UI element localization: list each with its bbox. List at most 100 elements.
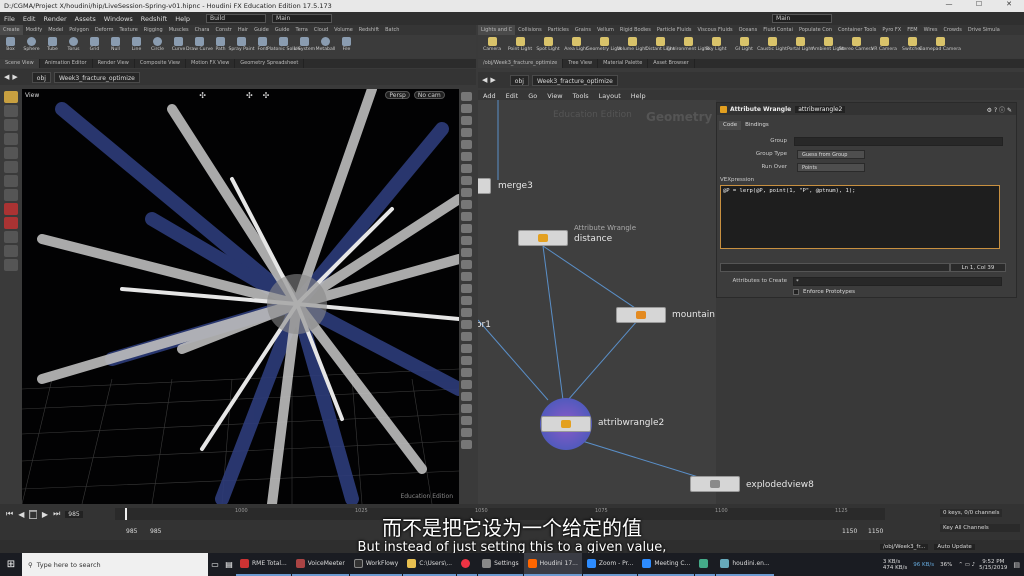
shelf-tab[interactable]: Oceans	[736, 25, 761, 35]
shelf-tab[interactable]: Model	[45, 25, 66, 35]
display-option-icon[interactable]	[461, 428, 472, 437]
tab-code[interactable]: Code	[719, 121, 742, 130]
rotate-tool-icon[interactable]	[4, 147, 18, 159]
display-option-icon[interactable]	[461, 164, 472, 173]
shelf-tab[interactable]: Crowds	[940, 25, 964, 35]
menu-assets[interactable]: Assets	[71, 15, 100, 23]
display-option-icon[interactable]	[461, 344, 472, 353]
forward-arrow-icon[interactable]: ▶	[490, 76, 495, 84]
tab-animation-editor[interactable]: Animation Editor	[40, 59, 93, 68]
shelf-tab[interactable]: Deform	[92, 25, 117, 35]
shelf-tab[interactable]: Collisions	[515, 25, 545, 35]
run-over-select[interactable]: Points	[797, 163, 865, 172]
shelf-tab[interactable]: Lights and C	[478, 25, 516, 35]
shelf-tool-geometry-light[interactable]: Geometry Light	[586, 35, 622, 52]
shelf-tab[interactable]: Rigid Bodies	[617, 25, 654, 35]
display-option-icon[interactable]	[461, 380, 472, 389]
shelf-tool-sphere[interactable]: Sphere	[21, 35, 42, 52]
enforce-prototypes-checkbox[interactable]	[793, 289, 799, 295]
shelf-tab[interactable]: FEM	[904, 25, 920, 35]
node-attribwrangle2[interactable]	[541, 416, 591, 432]
shelf-tab[interactable]: Container Tools	[835, 25, 879, 35]
display-option-icon[interactable]	[461, 176, 472, 185]
windows-start-icon[interactable]: ⊞	[0, 559, 22, 570]
group-input[interactable]	[794, 137, 1003, 146]
taskbar-app-workflowy[interactable]: WorkFlowy	[349, 553, 403, 576]
display-option-icon[interactable]	[461, 92, 472, 101]
display-option-icon[interactable]	[461, 308, 472, 317]
menu-render[interactable]: Render	[39, 15, 70, 23]
move-tool-icon[interactable]	[4, 133, 18, 145]
shelf-tab[interactable]: Wires	[921, 25, 941, 35]
taskbar-search[interactable]: ⚲ Type here to search	[22, 553, 208, 576]
shelf-tab[interactable]: Guide	[251, 25, 272, 35]
path-node[interactable]: Week3_fracture_optimize	[53, 71, 140, 83]
param-node-name[interactable]: attribwrangle2	[795, 105, 846, 113]
menu-help[interactable]: Help	[171, 15, 194, 23]
shelf-tool-tube[interactable]: Tube	[42, 35, 63, 52]
scene-viewport[interactable]: Education Edition	[22, 89, 459, 504]
shelf-tool-volume-light[interactable]: Volume Light	[617, 35, 647, 52]
shelf-tab[interactable]: Cloud	[311, 25, 331, 35]
shelf-tab[interactable]: Muscles	[166, 25, 192, 35]
net-menu-add[interactable]: Add	[478, 92, 501, 100]
task-view-icon[interactable]: ▭	[208, 560, 222, 569]
shelf-tool-portal-light[interactable]: Portal Light	[786, 35, 814, 52]
tab-motion-fx-view[interactable]: Motion FX View	[186, 59, 236, 68]
shelf-tool-file[interactable]: File	[336, 35, 357, 52]
view-toggle-icon[interactable]: ✣	[199, 91, 206, 100]
net-menu-help[interactable]: Help	[626, 92, 651, 100]
display-option-icon[interactable]	[461, 200, 472, 209]
forward-arrow-icon[interactable]: ▶	[12, 73, 17, 81]
network-editor[interactable]: Education Edition Geometry merge3 Attrib…	[478, 100, 716, 504]
taskbar-app-houdini[interactable]: Houdini 17...	[523, 553, 582, 576]
path-obj[interactable]: obj	[509, 74, 529, 86]
taskbar-app-chrome[interactable]	[457, 553, 478, 576]
tab-geometry-spreadsheet[interactable]: Geometry Spreadsheet	[235, 59, 305, 68]
shelf-tool-torus[interactable]: Torus	[63, 35, 84, 52]
shelf-tab[interactable]: Create	[0, 25, 23, 35]
net-menu-edit[interactable]: Edit	[501, 92, 524, 100]
shelf-tool-metaball[interactable]: Metaball	[315, 35, 336, 52]
shelf-tab[interactable]: Viscous Fluids	[695, 25, 736, 35]
handle-tool-icon[interactable]	[4, 175, 18, 187]
display-option-icon[interactable]	[461, 248, 472, 257]
tab-network-path[interactable]: /obj/Week3_fracture_optimize	[478, 59, 564, 68]
shelf-tool-sky-light[interactable]: Sky Light	[702, 35, 730, 52]
shelf-tab[interactable]: Batch	[382, 25, 402, 35]
shelf-tab[interactable]: Pyro FX	[879, 25, 904, 35]
tray-icons[interactable]: ⌃ ▭ ♪	[958, 562, 975, 568]
path-node[interactable]: Week3_fracture_optimize	[531, 74, 618, 86]
taskbar-app-settings[interactable]: Settings	[478, 553, 523, 576]
view-tool-icon[interactable]	[4, 105, 18, 117]
display-option-icon[interactable]	[461, 116, 472, 125]
shelf-tool-line[interactable]: Line	[126, 35, 147, 52]
snap-tool-icon[interactable]	[4, 189, 18, 201]
shelf-tool-draw-curve[interactable]: Draw Curve	[186, 35, 213, 52]
shelf-tab[interactable]: Particles	[545, 25, 572, 35]
net-menu-tools[interactable]: Tools	[568, 92, 594, 100]
display-option-icon[interactable]	[461, 236, 472, 245]
tab-asset-browser[interactable]: Asset Browser	[648, 59, 695, 68]
shelf-tool-null[interactable]: Null	[105, 35, 126, 52]
back-arrow-icon[interactable]: ◀	[482, 76, 487, 84]
shelf-tool-stereo-camera[interactable]: Stereo Camera	[839, 35, 873, 52]
shelf-tab[interactable]: Particle Fluids	[654, 25, 695, 35]
taskbar-app-media[interactable]	[695, 553, 716, 576]
tab-bindings[interactable]: Bindings	[741, 121, 773, 130]
display-option-icon[interactable]	[461, 392, 472, 401]
display-option-icon[interactable]	[461, 212, 472, 221]
shelf-tab[interactable]: Hair	[235, 25, 251, 35]
shelf-tool-spray-paint[interactable]: Spray Paint	[228, 35, 255, 52]
menu-windows[interactable]: Windows	[100, 15, 137, 23]
taskbar-app-notepad[interactable]: houdini.en...	[716, 553, 774, 576]
display-option-icon[interactable]	[461, 416, 472, 425]
attributes-to-create-input[interactable]: *	[793, 277, 1002, 286]
shelf-tab[interactable]: Terra	[293, 25, 311, 35]
display-option-icon[interactable]	[461, 188, 472, 197]
display-option-icon[interactable]	[461, 224, 472, 233]
taskbar-app-rme[interactable]: RME Total...	[236, 553, 291, 576]
shelf-tool-box[interactable]: Box	[0, 35, 21, 52]
record-icon[interactable]	[4, 217, 18, 229]
pose-tool-icon[interactable]	[4, 119, 18, 131]
